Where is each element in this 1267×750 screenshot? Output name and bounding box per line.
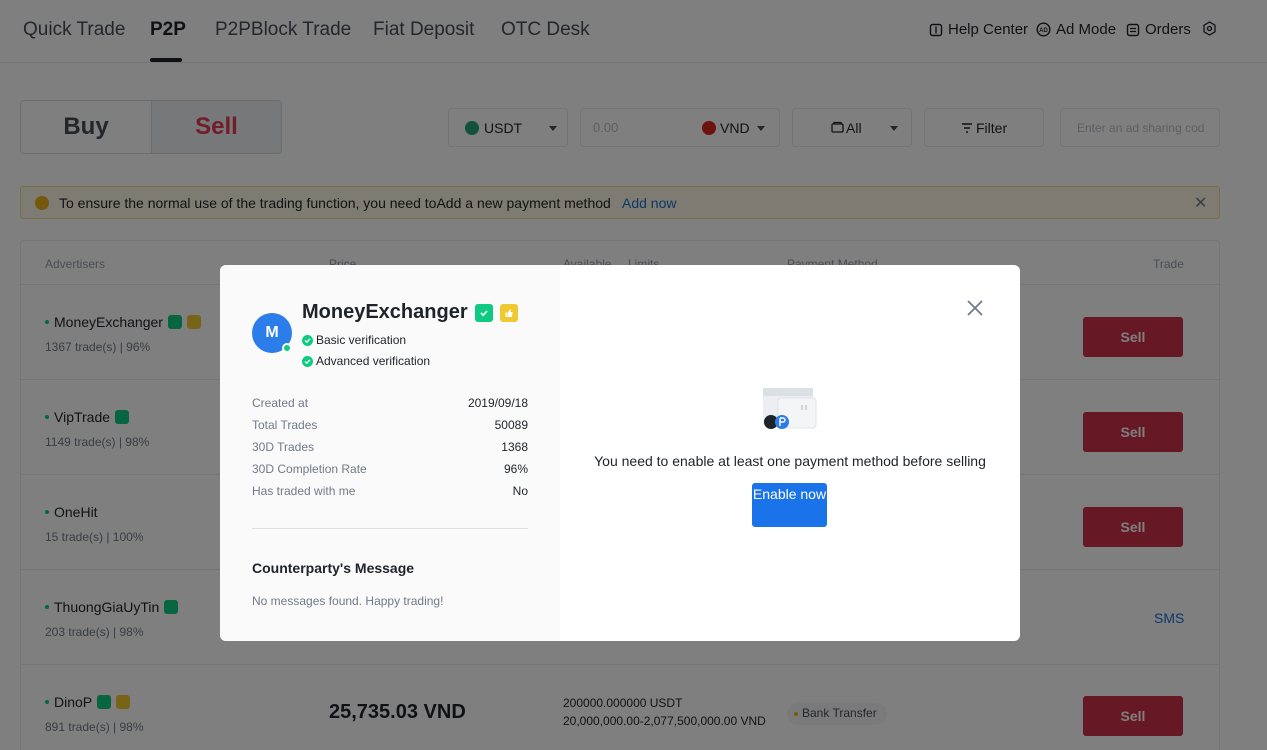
stat-30d-completion-rate: 30D Completion Rate 96% xyxy=(252,462,528,476)
stat-label: 30D Trades xyxy=(252,440,315,454)
payment-method-notice: You need to enable at least one payment … xyxy=(594,453,986,469)
stat-value: 96% xyxy=(503,462,528,476)
counterparty-message-title: Counterparty's Message xyxy=(252,560,415,576)
payment-cards-icon xyxy=(763,388,817,429)
stat-label: Total Trades xyxy=(252,418,318,432)
close-icon[interactable] xyxy=(966,299,984,317)
stat-created-at: Created at 2019/09/18 xyxy=(252,396,528,410)
stat-label: Has traded with me xyxy=(252,484,356,498)
check-icon xyxy=(302,334,313,346)
check-icon xyxy=(302,355,313,367)
stat-total-trades: Total Trades 50089 xyxy=(252,418,528,432)
advertiser-profile-panel: M MoneyExchanger Basic verification Adva… xyxy=(220,265,560,641)
online-status-dot xyxy=(282,343,292,353)
divider xyxy=(252,528,528,529)
stat-label: 30D Completion Rate xyxy=(252,462,367,476)
verified-badge-icon xyxy=(474,303,493,322)
counterparty-message-body: No messages found. Happy trading! xyxy=(252,594,444,608)
stat-30d-trades: 30D Trades 1368 xyxy=(252,440,528,454)
stat-value: 1368 xyxy=(501,440,528,454)
stat-value: 50089 xyxy=(494,418,528,432)
basic-verification: Basic verification xyxy=(302,333,406,347)
thumbs-up-badge-icon xyxy=(499,303,518,322)
advertiser-name: MoneyExchanger xyxy=(302,301,468,323)
verification-label: Advanced verification xyxy=(316,354,431,368)
stat-value: 2019/09/18 xyxy=(467,396,528,410)
stat-traded-with-me: Has traded with me No xyxy=(252,484,528,498)
enable-now-button[interactable]: Enable now xyxy=(752,483,827,527)
stat-value: No xyxy=(512,484,528,498)
advertiser-title: MoneyExchanger xyxy=(302,301,518,324)
verification-label: Basic verification xyxy=(316,333,407,347)
advanced-verification: Advanced verification xyxy=(302,354,430,368)
stat-label: Created at xyxy=(252,396,309,410)
advertiser-modal: M MoneyExchanger Basic verification Adva… xyxy=(220,265,1020,641)
